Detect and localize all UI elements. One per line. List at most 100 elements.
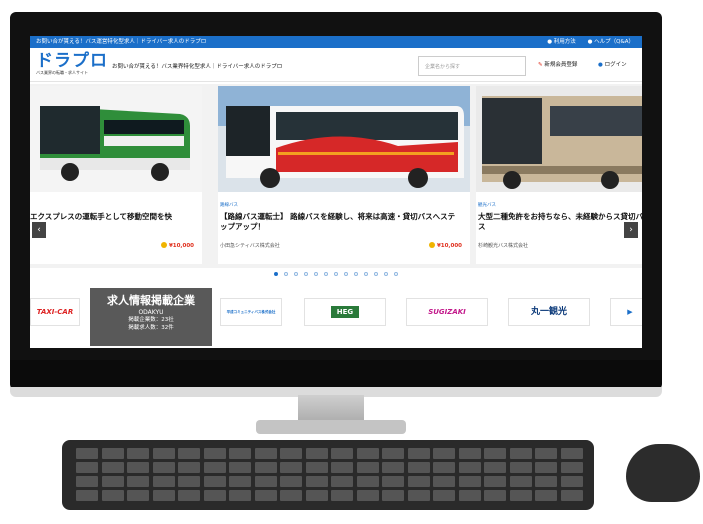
site-header: ドラプロ バス業界の転職・求人サイト お問い合が貰える！バス業界特化型求人｜ドラ… (30, 48, 642, 82)
keyboard-key (229, 448, 251, 459)
keyboard-key (356, 476, 379, 487)
overlay-stat-jobs: 掲載求人数：32件 (128, 325, 174, 331)
job-carousel: エクスプレスの運転手として移動空間を快 ¥10,000 路線バス 【路線バス運転… (30, 84, 642, 268)
browser-screen: お問い合が貰える！バス運営特化型求人｜ドライバー求人のドラプロ ● 利用方法 ●… (30, 36, 642, 348)
keyboard-key (254, 462, 277, 473)
usage-link[interactable]: ● 利用方法 (547, 39, 576, 45)
pagination-dot[interactable] (364, 272, 368, 276)
keyboard-key (407, 448, 430, 459)
keyboard-key (280, 462, 302, 473)
keyboard-key (76, 490, 98, 501)
pagination-dot[interactable] (284, 272, 288, 276)
keyboard-key (127, 462, 149, 473)
job-category: 観光バス (478, 203, 496, 208)
chevron-right-icon: › (629, 225, 633, 235)
help-link[interactable]: ● ヘルプ（Q&A） (588, 39, 634, 45)
keyboard-key (458, 448, 481, 459)
job-title: エクスプレスの運転手として移動空間を快 (30, 212, 173, 221)
keyboard (62, 440, 594, 510)
carousel-pagination (30, 272, 642, 276)
pagination-dot[interactable] (374, 272, 378, 276)
keyboard-key (484, 476, 506, 487)
register-label: 新規会員登録 (544, 62, 578, 68)
partner-overlay: 求人情報掲載企業 ODAKYU 掲載企業数：23社 掲載求人数：32件 (90, 288, 212, 346)
pagination-dot[interactable] (304, 272, 308, 276)
partner-logo[interactable]: 平成コミュニティバス株式会社 (220, 298, 282, 326)
keyboard-key (280, 476, 302, 487)
pagination-dot[interactable] (274, 272, 278, 276)
keyboard-key (76, 476, 98, 487)
job-title: 【路線バス運転士】 路線バスを経験し、将来は高速・貸切バスへステップアップ！ (220, 212, 456, 231)
site-logo[interactable]: ドラプロ バス業界の転職・求人サイト (36, 52, 108, 78)
pagination-dot[interactable] (384, 272, 388, 276)
desktop-scene: お問い合が貰える！バス運営特化型求人｜ドライバー求人のドラプロ ● 利用方法 ●… (0, 0, 703, 524)
keyboard-key (254, 448, 277, 459)
keyboard-key (305, 490, 328, 501)
keyboard-key (484, 462, 506, 473)
job-card[interactable]: エクスプレスの運転手として移動空間を快 ¥10,000 (30, 86, 202, 264)
keyboard-key (178, 462, 200, 473)
bus-image (476, 86, 642, 192)
job-card[interactable]: 路線バス 【路線バス運転士】 路線バスを経験し、将来は高速・貸切バスへステップア… (218, 86, 470, 264)
register-button[interactable]: ✎ 新規会員登録 (538, 60, 577, 68)
pagination-dot[interactable] (324, 272, 328, 276)
keyboard-key (203, 490, 226, 501)
keyboard-key (76, 448, 98, 459)
keyboard-key (433, 490, 455, 501)
company-name: 杉崎観光バス株式会社 (478, 243, 529, 249)
login-button[interactable]: ● ログイン (598, 60, 627, 68)
keyboard-key (535, 462, 557, 473)
carousel-prev-button[interactable]: ‹ (32, 222, 46, 238)
keyboard-key (382, 476, 404, 487)
carousel-next-button[interactable]: › (624, 222, 638, 238)
keyboard-key (127, 490, 149, 501)
pagination-dot[interactable] (344, 272, 348, 276)
partner-logo[interactable]: ▶ (610, 298, 642, 326)
coin-icon (428, 242, 435, 248)
keyboard-key (331, 476, 353, 487)
partner-logo[interactable]: SUGIZAKI (406, 298, 488, 326)
keyboard-key (433, 476, 455, 487)
keyboard-key (560, 448, 583, 459)
overlay-brand: ODAKYU (138, 309, 164, 316)
pagination-dot[interactable] (334, 272, 338, 276)
keyboard-key (331, 490, 353, 501)
keyboard-key (382, 490, 404, 501)
job-card[interactable]: 観光バス 大型二種免許をお持ちなら、未経験からス貸切バス 杉崎観光バス株式会社 (476, 86, 642, 264)
overlay-stat-companies: 掲載企業数：23社 (128, 317, 174, 323)
pagination-dot[interactable] (314, 272, 318, 276)
job-title: 大型二種免許をお持ちなら、未経験からス貸切バス (478, 212, 642, 231)
keyboard-key (203, 448, 226, 459)
keyboard-key (407, 490, 430, 501)
keyboard-key (433, 448, 455, 459)
keyboard-key (127, 476, 149, 487)
odakyu-bus-illustration (218, 86, 470, 192)
keyboard-key (229, 476, 251, 487)
keyboard-key (254, 476, 277, 487)
tour-bus-illustration (476, 86, 642, 192)
keyboard-key (127, 448, 149, 459)
partner-logo[interactable]: TAXI-CAR (30, 298, 80, 326)
keyboard-key (458, 490, 481, 501)
monitor-chin (10, 360, 662, 390)
mouse (626, 444, 700, 502)
pagination-dot[interactable] (294, 272, 298, 276)
keyboard-key (458, 476, 481, 487)
keyboard-key (407, 476, 430, 487)
partner-logo[interactable]: HEG (304, 298, 386, 326)
keyboard-key (203, 476, 226, 487)
keyboard-key (101, 448, 124, 459)
keyboard-key (484, 490, 506, 501)
pagination-dot[interactable] (394, 272, 398, 276)
keyboard-key (101, 462, 124, 473)
monitor-stand-foot (256, 420, 406, 434)
pagination-dot[interactable] (354, 272, 358, 276)
keyboard-key (356, 462, 379, 473)
keyboard-key (305, 476, 328, 487)
keyboard-key (458, 462, 481, 473)
partner-logo[interactable]: 丸一観光 (508, 298, 590, 326)
search-input[interactable]: 企業名から探す (418, 56, 526, 76)
keyboard-key (178, 448, 200, 459)
keyboard-key (509, 476, 532, 487)
keyboard-key (305, 448, 328, 459)
